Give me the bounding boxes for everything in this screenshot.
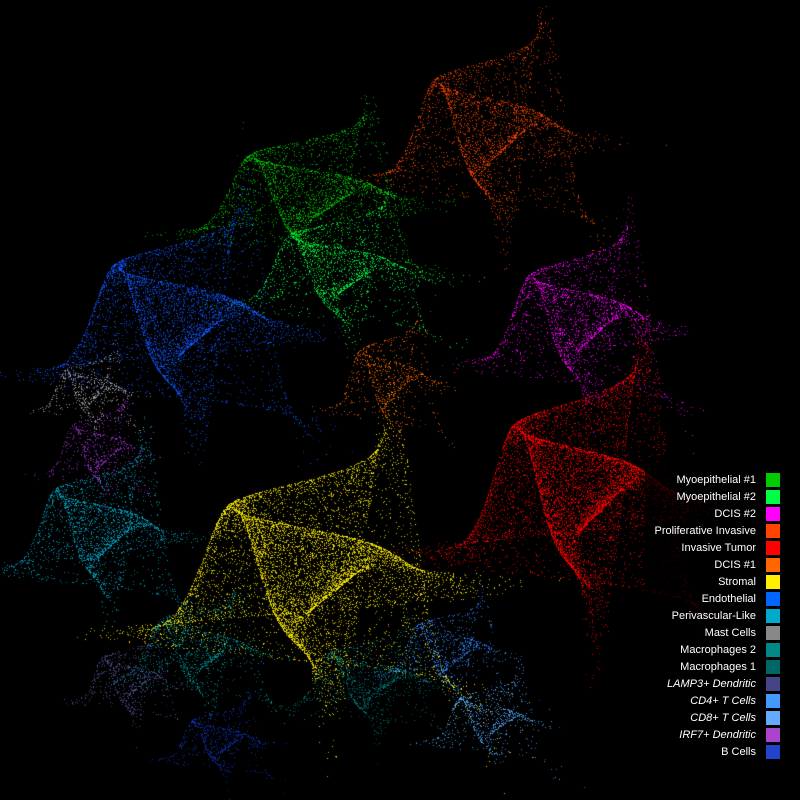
legend-item: Proliferative Invasive (655, 524, 781, 538)
legend-color-swatch (766, 694, 780, 708)
legend-label: CD8+ T Cells (655, 712, 761, 724)
legend-label: Proliferative Invasive (655, 525, 761, 537)
legend-item: DCIS #2 (655, 507, 781, 521)
legend-item: B Cells (655, 745, 781, 759)
legend-item: DCIS #1 (655, 558, 781, 572)
legend: Myoepithelial #1 Myoepithelial #2 DCIS #2 P… (645, 465, 791, 770)
legend-color-swatch (766, 558, 780, 572)
legend-label: Macrophages 2 (655, 644, 761, 656)
legend-label: Mast Cells (655, 627, 761, 639)
legend-color-swatch (766, 609, 780, 623)
legend-label: Invasive Tumor (655, 542, 761, 554)
legend-item: IRF7+ Dendritic (655, 728, 781, 742)
legend-item: Perivascular-Like (655, 609, 781, 623)
legend-label: CD4+ T Cells (655, 695, 761, 707)
legend-color-swatch (766, 728, 780, 742)
legend-label: Perivascular-Like (655, 610, 761, 622)
legend-color-swatch (766, 711, 780, 725)
legend-label: Endothelial (655, 593, 761, 605)
legend-color-swatch (766, 524, 780, 538)
legend-item: CD4+ T Cells (655, 694, 781, 708)
legend-label: Stromal (655, 576, 761, 588)
legend-item: Endothelial (655, 592, 781, 606)
legend-item: Mast Cells (655, 626, 781, 640)
legend-item: CD8+ T Cells (655, 711, 781, 725)
legend-item: Invasive Tumor (655, 541, 781, 555)
legend-color-swatch (766, 473, 780, 487)
legend-color-swatch (766, 490, 780, 504)
legend-color-swatch (766, 660, 780, 674)
legend-label: Macrophages 1 (655, 661, 761, 673)
legend-color-swatch (766, 575, 780, 589)
legend-color-swatch (766, 745, 780, 759)
legend-color-swatch (766, 677, 780, 691)
legend-label: Myoepithelial #1 (655, 474, 761, 486)
legend-item: LAMP3+ Dendritic (655, 677, 781, 691)
legend-label: B Cells (655, 746, 761, 758)
legend-label: LAMP3+ Dendritic (655, 678, 761, 690)
legend-color-swatch (766, 592, 780, 606)
legend-item: Macrophages 1 (655, 660, 781, 674)
legend-label: IRF7+ Dendritic (655, 729, 761, 741)
legend-item: Myoepithelial #2 (655, 490, 781, 504)
legend-color-swatch (766, 626, 780, 640)
legend-item: Stromal (655, 575, 781, 589)
legend-color-swatch (766, 643, 780, 657)
legend-color-swatch (766, 507, 780, 521)
legend-label: DCIS #2 (655, 508, 761, 520)
legend-color-swatch (766, 541, 780, 555)
legend-label: Myoepithelial #2 (655, 491, 761, 503)
legend-item: Myoepithelial #1 (655, 473, 781, 487)
legend-label: DCIS #1 (655, 559, 761, 571)
legend-item: Macrophages 2 (655, 643, 781, 657)
